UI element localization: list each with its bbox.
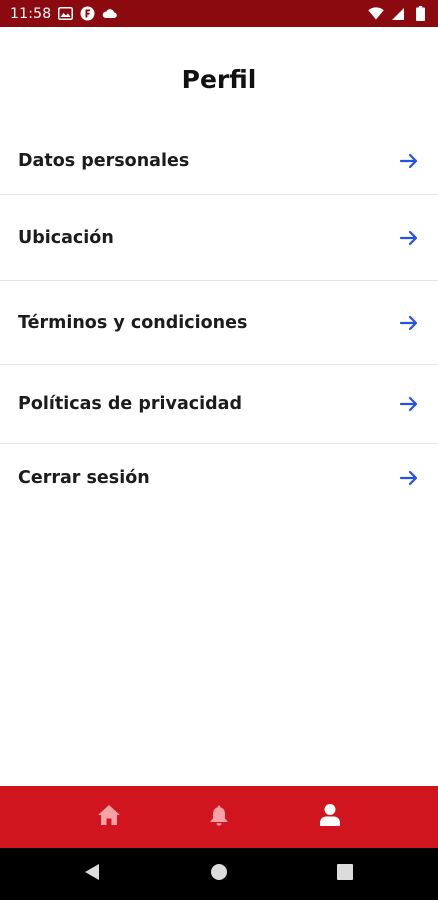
menu-item-privacidad[interactable]: Políticas de privacidad	[0, 365, 438, 444]
bell-icon	[209, 804, 229, 830]
user-icon	[319, 803, 341, 831]
cloud-icon	[101, 6, 117, 22]
status-right	[368, 6, 428, 22]
menu-item-label: Políticas de privacidad	[18, 394, 242, 414]
menu-item-ubicacion[interactable]: Ubicación	[0, 195, 438, 281]
nav-home-button[interactable]	[79, 786, 139, 848]
back-icon	[84, 863, 100, 885]
menu-item-label: Datos personales	[18, 150, 190, 171]
menu-item-label: Cerrar sesión	[18, 468, 150, 488]
system-recents-button[interactable]	[320, 848, 370, 900]
battery-icon	[412, 6, 428, 22]
menu-item-label: Ubicación	[18, 227, 114, 248]
cellular-signal-icon	[390, 6, 406, 22]
menu-item-cerrar-sesion[interactable]: Cerrar sesión	[0, 444, 438, 512]
status-bar: 11:58	[0, 0, 438, 27]
header: Perfil	[0, 27, 438, 127]
app-notification-icon	[79, 6, 95, 22]
status-left: 11:58	[10, 6, 117, 22]
recents-icon	[337, 864, 353, 884]
status-time: 11:58	[10, 5, 52, 22]
system-nav-bar	[0, 848, 438, 900]
home-circle-icon	[210, 863, 228, 885]
arrow-right-icon	[398, 467, 420, 489]
arrow-right-icon	[398, 393, 420, 415]
wifi-icon	[368, 6, 384, 22]
nav-notifications-button[interactable]	[189, 786, 249, 848]
arrow-right-icon	[398, 312, 420, 334]
home-icon	[97, 804, 121, 830]
page-title: Perfil	[181, 64, 257, 94]
bottom-nav	[0, 786, 438, 848]
profile-screen: 11:58 Perfil Datos personales Ubicación …	[0, 0, 438, 900]
system-home-button[interactable]	[194, 848, 244, 900]
nav-profile-button[interactable]	[300, 786, 360, 848]
arrow-right-icon	[398, 227, 420, 249]
profile-menu: Datos personales Ubicación Términos y co…	[0, 127, 438, 512]
menu-item-label: Términos y condiciones	[18, 312, 248, 333]
gallery-icon	[57, 6, 73, 22]
arrow-right-icon	[398, 150, 420, 172]
menu-item-terminos[interactable]: Términos y condiciones	[0, 281, 438, 365]
menu-item-datos-personales[interactable]: Datos personales	[0, 127, 438, 195]
system-back-button[interactable]	[67, 848, 117, 900]
